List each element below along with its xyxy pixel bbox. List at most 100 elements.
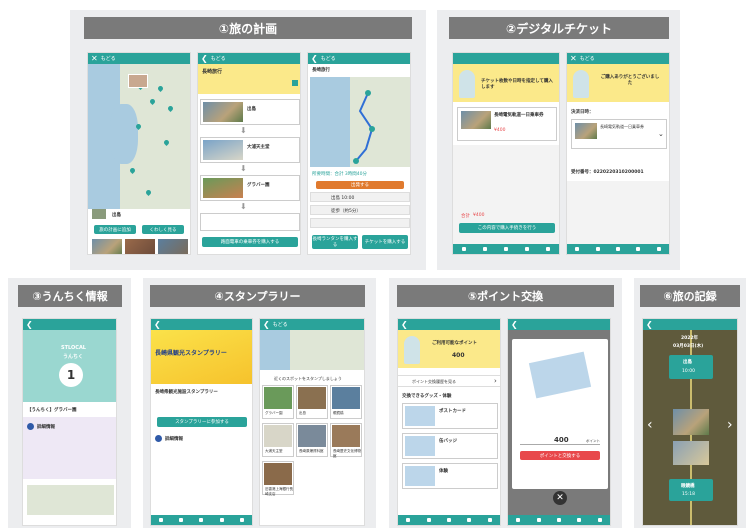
goods-item[interactable]: 体験 [402, 463, 498, 489]
event-name: 長崎県観光施設スタンプラリー [155, 390, 218, 395]
chevron-left-icon[interactable]: ‹ [647, 417, 653, 433]
back-label[interactable]: もどる [101, 55, 116, 62]
phone-plan-list: ❮ もどる 長崎旅行 出島 ⬇ 大浦天主堂 ⬇ グラバー園 ⬇ 路面電車の乗車券を… [197, 52, 301, 255]
ticket-icon[interactable] [503, 247, 508, 251]
record-year: 2022年 [681, 336, 699, 341]
cart-icon[interactable] [636, 247, 641, 251]
cart-icon[interactable] [467, 518, 472, 522]
calendar-icon[interactable] [536, 518, 541, 522]
section-header-points: ⑤ポイント交換 [397, 285, 614, 307]
calendar-icon[interactable] [595, 247, 600, 251]
purchase-button[interactable]: この内容で購入手続きを行う [459, 223, 555, 233]
detail-button[interactable]: くわしく見る [142, 225, 184, 234]
close-icon[interactable]: ✕ [553, 491, 567, 505]
stamp-spot[interactable]: 長崎歴史文化博物館 [330, 423, 362, 458]
back-icon[interactable]: ❮ [263, 320, 270, 329]
home-icon[interactable] [461, 247, 466, 251]
user-icon[interactable] [546, 247, 551, 251]
user-icon[interactable] [239, 518, 244, 522]
stamp-spot[interactable]: 旧香港上海銀行長崎支店 [262, 461, 294, 496]
exchange-points-button[interactable]: ポイントと交換する [520, 451, 600, 460]
stamp-spot[interactable]: 出島 [296, 385, 328, 419]
add-to-plan-button[interactable]: 旅の計画に追加 [94, 225, 136, 234]
back-label[interactable]: もどる [211, 55, 226, 62]
back-icon[interactable]: ❮ [201, 54, 208, 63]
user-icon[interactable] [487, 518, 492, 522]
back-icon[interactable]: ❮ [154, 320, 161, 329]
chevron-down-icon[interactable]: ⌄ [658, 130, 664, 138]
calendar-icon[interactable] [426, 518, 431, 522]
back-icon[interactable]: ❮ [26, 320, 33, 329]
section-header-ticket: ②デジタルチケット [449, 17, 669, 39]
stamp-spot[interactable]: 大浦天主堂 [262, 423, 294, 457]
chevron-right-icon: › [494, 377, 497, 385]
plan-item[interactable]: 出島 [200, 99, 300, 125]
close-icon[interactable]: ✕ [91, 54, 98, 63]
back-icon[interactable]: ❮ [311, 54, 318, 63]
chevron-right-icon[interactable]: › [727, 417, 733, 433]
close-icon[interactable]: ✕ [570, 54, 577, 63]
stamp-spot-name: 大浦天主堂 [265, 449, 283, 453]
back-icon[interactable]: ❮ [401, 320, 408, 329]
calendar-icon[interactable] [179, 518, 184, 522]
cart-icon[interactable] [219, 518, 224, 522]
buy-tram-ticket-button[interactable]: 路面電車の乗車券を購入する [202, 237, 298, 247]
buy-ticket-button[interactable]: チケットを購入する [362, 235, 408, 249]
points-banner: ご利用可能なポイント 400 [398, 330, 500, 368]
back-icon[interactable]: ❮ [511, 320, 518, 329]
map-pin-icon[interactable] [166, 104, 175, 113]
route-row: 出島 10:00 [331, 196, 355, 201]
depart-button[interactable]: 出発する [316, 181, 404, 189]
ticket-icon[interactable] [446, 518, 451, 522]
stamp-spot[interactable]: グラバー園 [262, 385, 294, 419]
goods-name: 体験 [439, 469, 448, 474]
map-pin-icon[interactable] [144, 188, 153, 197]
ticket-card[interactable]: 長崎電気軌道一日乗車券 ¥400 [457, 107, 557, 141]
goods-name: ポストカード [439, 409, 466, 414]
plan-item[interactable]: グラバー園 [200, 175, 300, 201]
record-spot-card[interactable]: 出島 10:00 [669, 355, 713, 379]
buy-lantern-button[interactable]: 長崎ランタンを購入する [312, 235, 358, 249]
user-icon[interactable] [597, 518, 602, 522]
map-view[interactable] [88, 64, 190, 209]
calendar-icon[interactable] [482, 247, 487, 251]
back-label[interactable]: もどる [580, 55, 595, 62]
map-pin-icon[interactable] [156, 84, 165, 93]
ticket-price: ¥400 [494, 128, 506, 133]
stamp-spot[interactable]: 長崎原爆資料館 [296, 423, 328, 457]
goods-item[interactable]: 缶バッジ [402, 433, 498, 459]
title-bar: ❮ [151, 319, 252, 330]
home-icon[interactable] [516, 518, 521, 522]
list-header: 近くのスポットをスタンプしましょう [274, 376, 342, 381]
back-label[interactable]: もどる [273, 321, 288, 328]
home-icon[interactable] [406, 518, 411, 522]
user-icon[interactable] [656, 247, 661, 251]
plan-item[interactable]: 大浦天主堂 [200, 137, 300, 163]
exchange-history-row[interactable]: ポイント交換履歴を見る › [398, 375, 500, 387]
stamp-map[interactable] [260, 330, 364, 370]
trivia-map[interactable] [27, 485, 114, 515]
ticket-detail-card[interactable]: 長崎電気軌道一日乗車券 ⌄ [571, 119, 667, 149]
phone-stamp-list: ❮ もどる 近くのスポットをスタンプしましょう グラバー園 出島 眼鏡橋大浦天主堂 長崎… [259, 318, 365, 526]
back-icon[interactable]: ❮ [646, 320, 653, 329]
back-label[interactable]: もどる [321, 55, 336, 62]
trivia-number: 1 [59, 363, 83, 387]
map-pin-icon[interactable] [148, 97, 157, 106]
home-icon[interactable] [575, 247, 580, 251]
record-spot-card[interactable]: 眼鏡橋 15:18 [669, 479, 713, 501]
bottom-nav [398, 515, 500, 525]
ticket-icon[interactable] [615, 247, 620, 251]
cart-icon[interactable] [525, 247, 530, 251]
ticket-icon[interactable] [199, 518, 204, 522]
trip-title: 長崎旅行 [202, 69, 223, 75]
goods-item[interactable]: ポストカード [402, 403, 498, 429]
cart-icon[interactable] [577, 518, 582, 522]
stamp-spot[interactable]: 眼鏡橋 [330, 385, 362, 419]
home-icon[interactable] [159, 518, 164, 522]
title-bar: ✕ もどる [567, 53, 669, 64]
map-pin-icon[interactable] [128, 166, 137, 175]
ticket-icon[interactable] [556, 518, 561, 522]
map-pin-icon[interactable] [162, 138, 171, 147]
route-map[interactable] [310, 77, 410, 167]
join-stamp-rally-button[interactable]: スタンプラリーに参加する [157, 417, 247, 427]
